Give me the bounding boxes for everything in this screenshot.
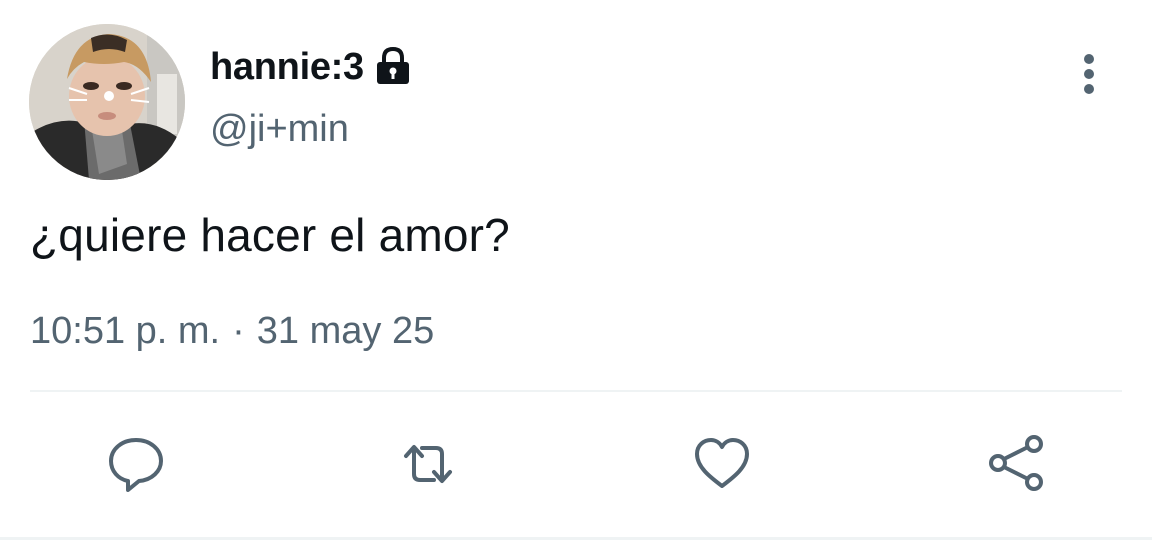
bottom-divider xyxy=(0,537,1152,540)
heart-icon xyxy=(695,438,749,488)
more-vertical-icon xyxy=(1084,54,1094,94)
meta-separator: · xyxy=(232,310,245,352)
reply-icon xyxy=(109,438,163,492)
share-button[interactable] xyxy=(985,432,1049,496)
tweet-text: ¿quiere hacer el amor? xyxy=(30,209,510,261)
display-name-row: hannie:3 xyxy=(210,42,412,92)
more-options-button[interactable] xyxy=(1070,52,1110,96)
avatar[interactable] xyxy=(29,24,185,180)
display-name[interactable]: hannie:3 xyxy=(210,46,364,89)
handle[interactable]: @ji+min xyxy=(210,108,349,151)
share-icon xyxy=(989,435,1043,491)
lock-icon xyxy=(374,46,412,87)
retweet-button[interactable] xyxy=(396,432,460,496)
reply-button[interactable] xyxy=(104,432,168,496)
like-button[interactable] xyxy=(690,432,754,496)
avatar-photo xyxy=(29,24,185,180)
tweet-time: 10:51 p. m. xyxy=(30,310,221,352)
divider xyxy=(30,390,1122,392)
tweet-timestamp[interactable]: 10:51 p. m. · 31 may 25 xyxy=(30,310,434,353)
tweet-date: 31 may 25 xyxy=(256,310,435,352)
retweet-icon xyxy=(404,445,452,483)
